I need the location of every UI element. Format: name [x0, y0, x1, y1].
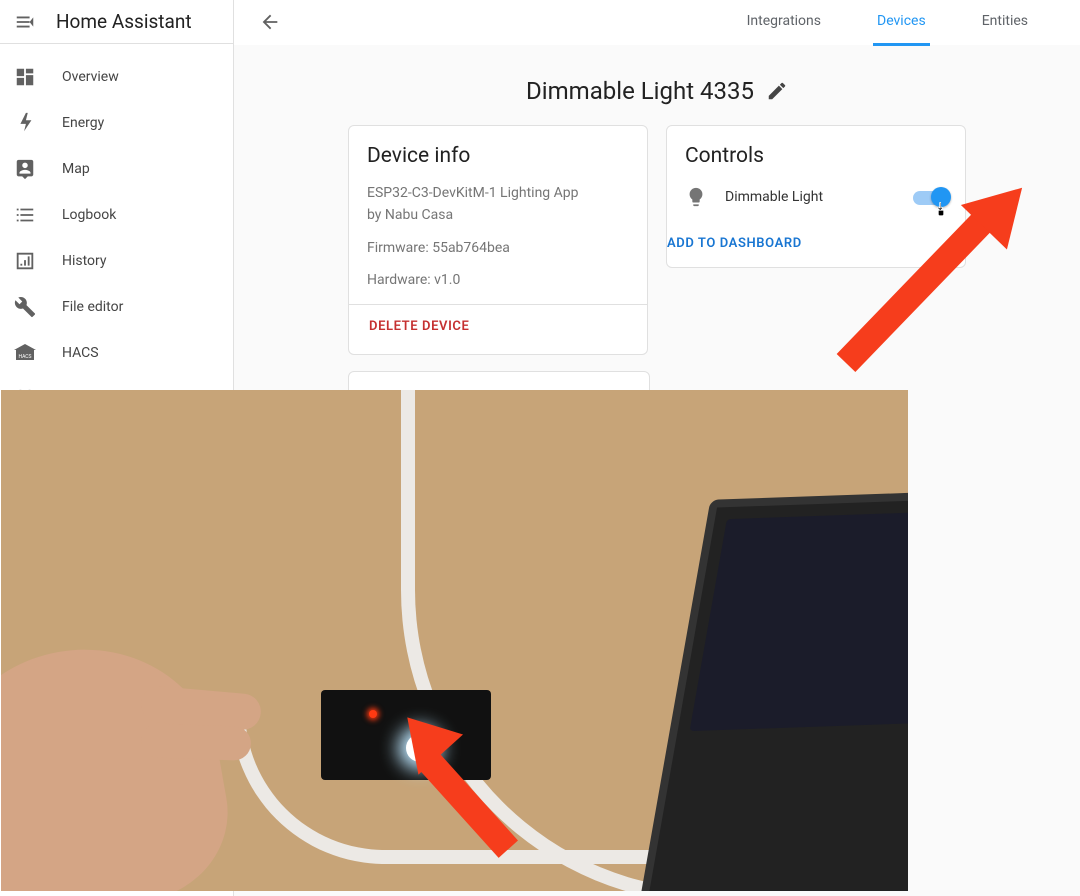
sidebar-item-file-editor[interactable]: File editor: [0, 284, 233, 330]
add-to-dashboard-button[interactable]: ADD TO DASHBOARD: [667, 224, 965, 261]
content-area: Dimmable Light 4335 Device info ESP32-C3…: [234, 45, 1080, 896]
hacs-icon: HACS: [14, 342, 36, 364]
sidebar-item-label: File editor: [62, 299, 123, 315]
nav-list: Overview Energy Map Logbook: [0, 44, 233, 422]
card-title: Controls: [685, 144, 947, 168]
sidebar-item-hacs[interactable]: HACS HACS: [0, 330, 233, 376]
tab-integrations[interactable]: Integrations: [743, 0, 825, 46]
sidebar-item-label: Map: [62, 161, 90, 177]
person-pin-icon: [14, 158, 36, 180]
sidebar-item-history[interactable]: History: [0, 238, 233, 284]
control-row: Dimmable Light: [685, 182, 947, 218]
chart-bar-icon: [14, 250, 36, 272]
entity-label[interactable]: Dimmable Light: [725, 189, 895, 205]
lightbulb-icon: [685, 186, 707, 208]
dashboard-icon: [14, 66, 36, 88]
lightning-icon: [14, 112, 36, 134]
sidebar-item-map[interactable]: Map: [0, 146, 233, 192]
card-columns: Device info ESP32-C3-DevKitM-1 Lighting …: [250, 125, 1064, 403]
device-model: ESP32-C3-DevKitM-1 Lighting App: [367, 182, 629, 204]
back-button[interactable]: [248, 0, 292, 44]
tab-devices[interactable]: Devices: [873, 0, 930, 46]
cursor-pointer-icon: [933, 201, 949, 217]
tabs: Integrations Devices Entities: [743, 0, 1080, 46]
delete-device-button[interactable]: DELETE DEVICE: [349, 304, 647, 348]
sidebar-header: Home Assistant: [0, 0, 233, 44]
sidebar-item-label: Overview: [62, 69, 119, 85]
list-icon: [14, 204, 36, 226]
menu-collapse-icon[interactable]: [14, 11, 36, 33]
sidebar-item-logbook[interactable]: Logbook: [0, 192, 233, 238]
app-title: Home Assistant: [56, 10, 192, 33]
device-info-card: Device info ESP32-C3-DevKitM-1 Lighting …: [348, 125, 648, 355]
device-manufacturer: by Nabu Casa: [367, 204, 629, 226]
controls-card: Controls Dimmable Light: [666, 125, 966, 268]
tab-entities[interactable]: Entities: [978, 0, 1032, 46]
sidebar-item-label: HACS: [62, 345, 99, 361]
device-hardware: Hardware: v1.0: [367, 269, 629, 291]
sidebar-item-label: Energy: [62, 115, 104, 131]
sidebar-item-overview[interactable]: Overview: [0, 54, 233, 100]
pencil-icon[interactable]: [766, 80, 788, 102]
app-root: Home Assistant Overview Energy Map: [0, 0, 1080, 896]
column-left: Device info ESP32-C3-DevKitM-1 Lighting …: [348, 125, 650, 403]
sidebar-item-label: Logbook: [62, 207, 116, 223]
light-toggle[interactable]: [913, 187, 947, 207]
sidebar-item-label: History: [62, 253, 107, 269]
topbar: Integrations Devices Entities: [234, 0, 1080, 45]
page-title-row: Dimmable Light 4335: [250, 77, 1064, 105]
card-title: Device info: [367, 144, 629, 168]
wrench-icon: [14, 296, 36, 318]
hardware-photo: [1, 390, 908, 891]
page-title: Dimmable Light 4335: [526, 77, 754, 105]
main-panel: Integrations Devices Entities Dimmable L…: [234, 0, 1080, 896]
sidebar-item-energy[interactable]: Energy: [0, 100, 233, 146]
device-firmware: Firmware: 55ab764bea: [367, 237, 629, 259]
